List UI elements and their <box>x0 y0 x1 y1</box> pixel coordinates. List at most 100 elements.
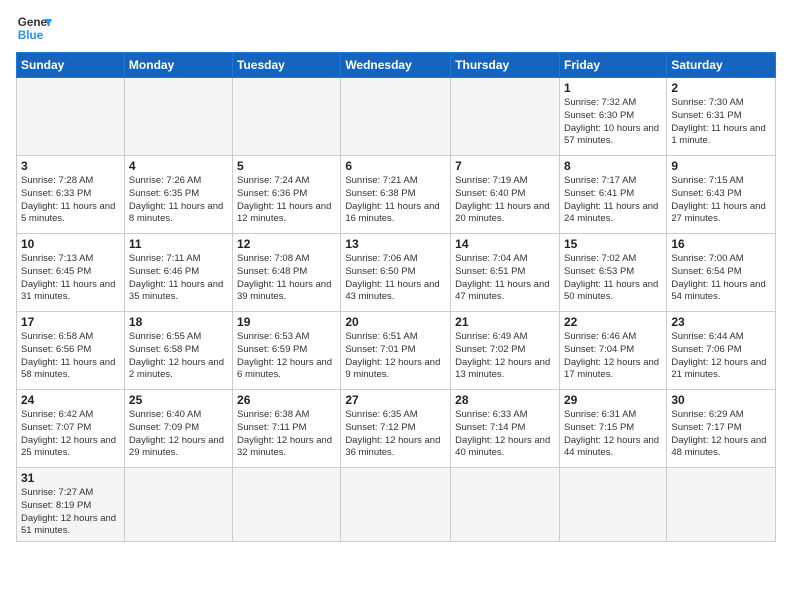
calendar-cell: 19Sunrise: 6:53 AM Sunset: 6:59 PM Dayli… <box>233 312 341 390</box>
calendar-cell <box>451 78 560 156</box>
day-number: 9 <box>671 159 771 173</box>
day-number: 3 <box>21 159 120 173</box>
calendar-cell <box>559 468 666 542</box>
weekday-header-tuesday: Tuesday <box>233 53 341 78</box>
day-info: Sunrise: 7:27 AM Sunset: 8:19 PM Dayligh… <box>21 487 120 538</box>
day-number: 15 <box>564 237 662 251</box>
week-row-6: 31 Sunrise: 7:27 AM Sunset: 8:19 PM Dayli… <box>17 468 776 542</box>
day-number: 26 <box>237 393 336 407</box>
day-number: 28 <box>455 393 555 407</box>
day-info: Sunrise: 7:24 AM Sunset: 6:36 PM Dayligh… <box>237 175 336 226</box>
calendar-cell: 13 Sunrise: 7:06 AM Sunset: 6:50 PM Dayli… <box>341 234 451 312</box>
calendar-cell: 12 Sunrise: 7:08 AM Sunset: 6:48 PM Dayli… <box>233 234 341 312</box>
calendar-cell: 18 Sunrise: 6:55 AM Sunset: 6:58 PM Dayli… <box>124 312 232 390</box>
day-number: 17 <box>21 315 120 329</box>
day-info: Sunrise: 6:53 AM Sunset: 6:59 PM Dayligh… <box>237 331 336 382</box>
day-info: Sunrise: 6:46 AM Sunset: 7:04 PM Dayligh… <box>564 331 662 382</box>
page: General Blue SundayMondayTuesdayWednesda… <box>0 0 792 552</box>
day-info: Sunrise: 7:11 AM Sunset: 6:46 PM Dayligh… <box>129 253 228 304</box>
weekday-header-thursday: Thursday <box>451 53 560 78</box>
calendar-cell <box>451 468 560 542</box>
calendar-cell: 16Sunrise: 7:00 AM Sunset: 6:54 PM Dayli… <box>667 234 776 312</box>
day-number: 24 <box>21 393 120 407</box>
day-number: 25 <box>129 393 228 407</box>
calendar-cell: 3 Sunrise: 7:28 AM Sunset: 6:33 PM Daylig… <box>17 156 125 234</box>
day-info: Sunrise: 6:55 AM Sunset: 6:58 PM Dayligh… <box>129 331 228 382</box>
day-info: Sunrise: 6:58 AM Sunset: 6:56 PM Dayligh… <box>21 331 120 382</box>
day-number: 1 <box>564 81 662 95</box>
day-info: Sunrise: 7:26 AM Sunset: 6:35 PM Dayligh… <box>129 175 228 226</box>
day-number: 11 <box>129 237 228 251</box>
calendar-cell: 7Sunrise: 7:19 AM Sunset: 6:40 PM Daylig… <box>451 156 560 234</box>
day-info: Sunrise: 6:31 AM Sunset: 7:15 PM Dayligh… <box>564 409 662 460</box>
calendar-cell: 24Sunrise: 6:42 AM Sunset: 7:07 PM Dayli… <box>17 390 125 468</box>
calendar-cell: 4Sunrise: 7:26 AM Sunset: 6:35 PM Daylig… <box>124 156 232 234</box>
day-number: 14 <box>455 237 555 251</box>
calendar-cell: 5Sunrise: 7:24 AM Sunset: 6:36 PM Daylig… <box>233 156 341 234</box>
day-info: Sunrise: 7:02 AM Sunset: 6:53 PM Dayligh… <box>564 253 662 304</box>
calendar-cell: 17 Sunrise: 6:58 AM Sunset: 6:56 PM Dayli… <box>17 312 125 390</box>
day-number: 8 <box>564 159 662 173</box>
weekday-header-saturday: Saturday <box>667 53 776 78</box>
day-info: Sunrise: 7:19 AM Sunset: 6:40 PM Dayligh… <box>455 175 555 226</box>
day-number: 30 <box>671 393 771 407</box>
calendar-cell: 14 Sunrise: 7:04 AM Sunset: 6:51 PM Dayli… <box>451 234 560 312</box>
day-number: 27 <box>345 393 446 407</box>
day-info: Sunrise: 7:04 AM Sunset: 6:51 PM Dayligh… <box>455 253 555 304</box>
day-info: Sunrise: 7:30 AM Sunset: 6:31 PM Dayligh… <box>671 97 771 148</box>
day-number: 6 <box>345 159 446 173</box>
calendar-cell <box>233 78 341 156</box>
day-number: 21 <box>455 315 555 329</box>
weekday-header-wednesday: Wednesday <box>341 53 451 78</box>
weekday-header-friday: Friday <box>559 53 666 78</box>
day-info: Sunrise: 7:21 AM Sunset: 6:38 PM Dayligh… <box>345 175 446 226</box>
day-info: Sunrise: 7:00 AM Sunset: 6:54 PM Dayligh… <box>671 253 771 304</box>
day-info: Sunrise: 7:08 AM Sunset: 6:48 PM Dayligh… <box>237 253 336 304</box>
day-info: Sunrise: 6:35 AM Sunset: 7:12 PM Dayligh… <box>345 409 446 460</box>
weekday-header-monday: Monday <box>124 53 232 78</box>
week-row-2: 3 Sunrise: 7:28 AM Sunset: 6:33 PM Daylig… <box>17 156 776 234</box>
week-row-3: 10Sunrise: 7:13 AM Sunset: 6:45 PM Dayli… <box>17 234 776 312</box>
calendar-cell: 31 Sunrise: 7:27 AM Sunset: 8:19 PM Dayli… <box>17 468 125 542</box>
generalblue-logo-icon: General Blue <box>16 10 52 46</box>
day-info: Sunrise: 6:44 AM Sunset: 7:06 PM Dayligh… <box>671 331 771 382</box>
calendar-cell: 25Sunrise: 6:40 AM Sunset: 7:09 PM Dayli… <box>124 390 232 468</box>
day-number: 2 <box>671 81 771 95</box>
svg-text:Blue: Blue <box>18 29 44 42</box>
calendar-cell: 20Sunrise: 6:51 AM Sunset: 7:01 PM Dayli… <box>341 312 451 390</box>
day-number: 13 <box>345 237 446 251</box>
calendar-cell: 2 Sunrise: 7:30 AM Sunset: 6:31 PM Daylig… <box>667 78 776 156</box>
day-info: Sunrise: 6:49 AM Sunset: 7:02 PM Dayligh… <box>455 331 555 382</box>
day-number: 12 <box>237 237 336 251</box>
day-number: 31 <box>21 471 120 485</box>
calendar-cell: 29 Sunrise: 6:31 AM Sunset: 7:15 PM Dayli… <box>559 390 666 468</box>
day-number: 18 <box>129 315 228 329</box>
day-info: Sunrise: 7:32 AM Sunset: 6:30 PM Dayligh… <box>564 97 662 148</box>
day-info: Sunrise: 7:28 AM Sunset: 6:33 PM Dayligh… <box>21 175 120 226</box>
logo: General Blue <box>16 10 52 46</box>
weekday-header-sunday: Sunday <box>17 53 125 78</box>
calendar-cell <box>341 468 451 542</box>
day-info: Sunrise: 6:38 AM Sunset: 7:11 PM Dayligh… <box>237 409 336 460</box>
day-info: Sunrise: 6:51 AM Sunset: 7:01 PM Dayligh… <box>345 331 446 382</box>
calendar-cell <box>341 78 451 156</box>
day-info: Sunrise: 6:33 AM Sunset: 7:14 PM Dayligh… <box>455 409 555 460</box>
day-info: Sunrise: 7:17 AM Sunset: 6:41 PM Dayligh… <box>564 175 662 226</box>
day-info: Sunrise: 7:15 AM Sunset: 6:43 PM Dayligh… <box>671 175 771 226</box>
day-info: Sunrise: 6:29 AM Sunset: 7:17 PM Dayligh… <box>671 409 771 460</box>
weekday-header-row: SundayMondayTuesdayWednesdayThursdayFrid… <box>17 53 776 78</box>
calendar-cell: 15 Sunrise: 7:02 AM Sunset: 6:53 PM Dayli… <box>559 234 666 312</box>
calendar-cell: 26 Sunrise: 6:38 AM Sunset: 7:11 PM Dayli… <box>233 390 341 468</box>
week-row-5: 24Sunrise: 6:42 AM Sunset: 7:07 PM Dayli… <box>17 390 776 468</box>
calendar-cell: 11 Sunrise: 7:11 AM Sunset: 6:46 PM Dayli… <box>124 234 232 312</box>
calendar-cell: 21 Sunrise: 6:49 AM Sunset: 7:02 PM Dayli… <box>451 312 560 390</box>
day-info: Sunrise: 7:06 AM Sunset: 6:50 PM Dayligh… <box>345 253 446 304</box>
day-info: Sunrise: 7:13 AM Sunset: 6:45 PM Dayligh… <box>21 253 120 304</box>
calendar-cell: 28 Sunrise: 6:33 AM Sunset: 7:14 PM Dayli… <box>451 390 560 468</box>
week-row-1: 1 Sunrise: 7:32 AM Sunset: 6:30 PM Daylig… <box>17 78 776 156</box>
calendar-cell: 8 Sunrise: 7:17 AM Sunset: 6:41 PM Daylig… <box>559 156 666 234</box>
calendar-cell <box>667 468 776 542</box>
day-number: 23 <box>671 315 771 329</box>
day-number: 29 <box>564 393 662 407</box>
calendar-cell <box>124 78 232 156</box>
